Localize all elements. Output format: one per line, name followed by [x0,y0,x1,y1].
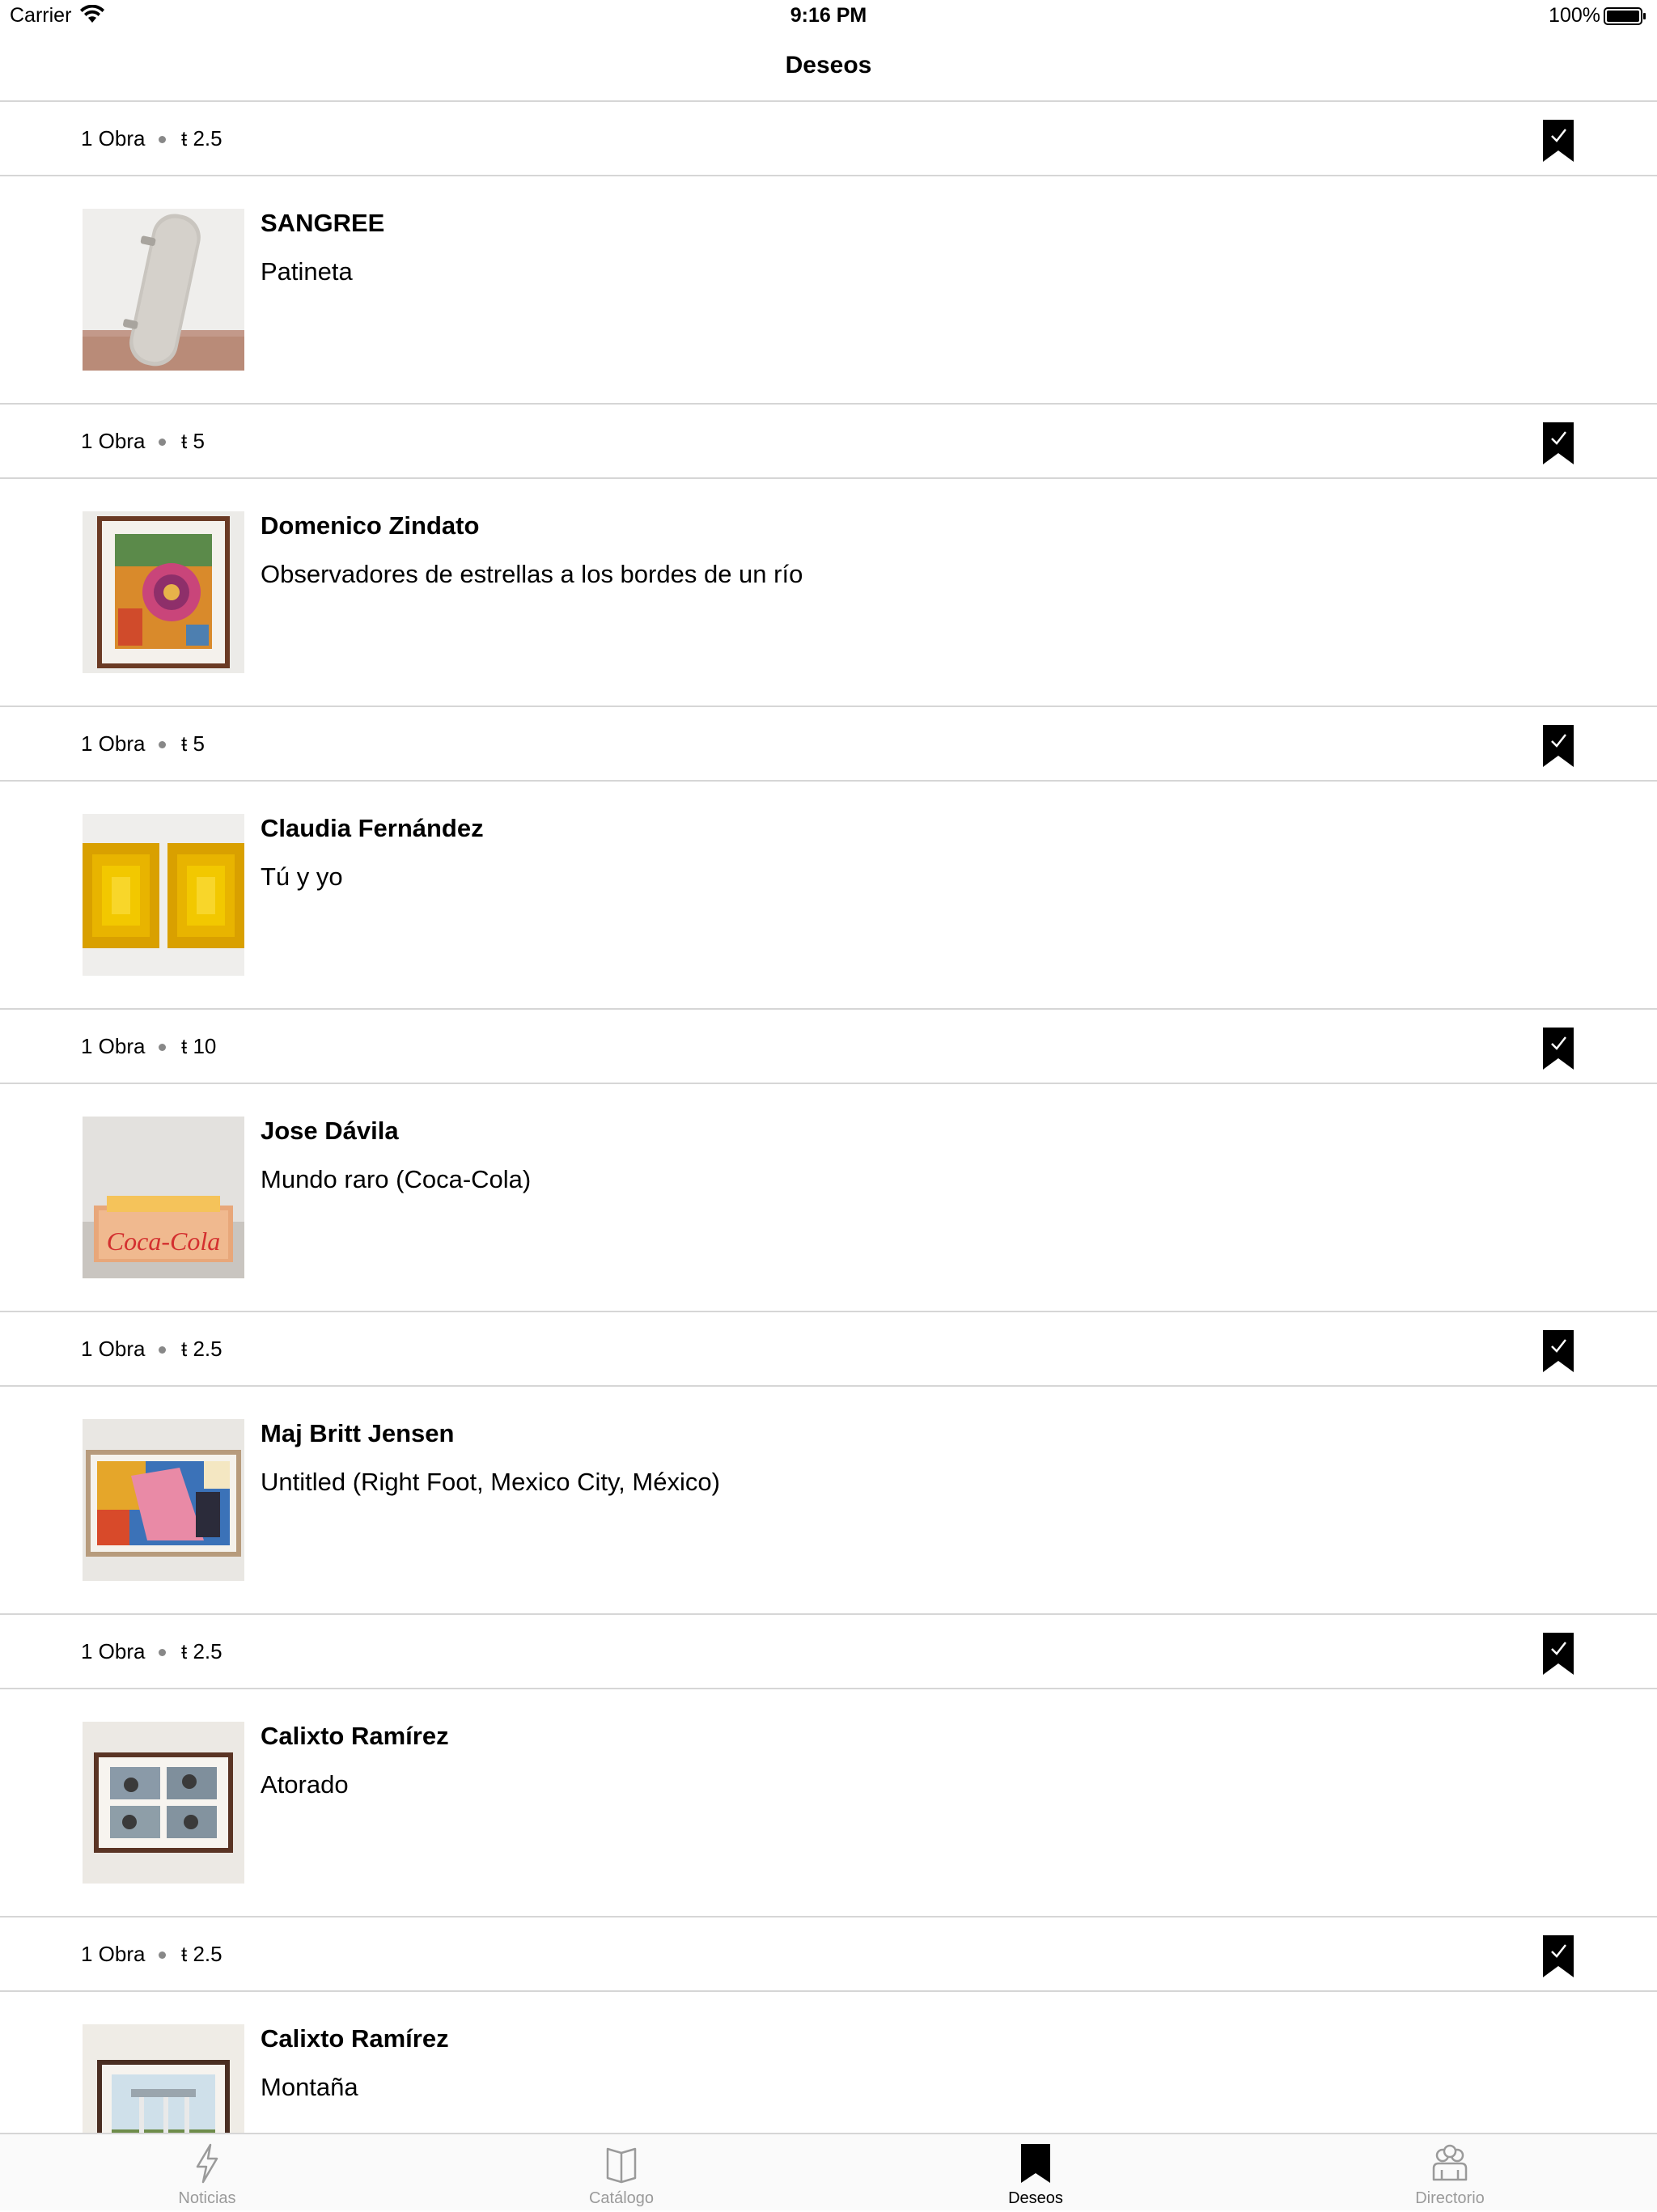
artwork-count: 1 Obra [81,1034,146,1058]
artist-name: Maj Britt Jensen [261,1419,455,1447]
section-header: 1 Obra ŧ 2.5 [0,1312,1657,1387]
separator-dot [159,136,166,143]
section-header: 1 Obra ŧ 10 [0,1010,1657,1084]
artwork-price: ŧ 5 [181,731,205,756]
artist-name: Domenico Zindato [261,511,480,540]
artwork-title: Atorado [261,1770,349,1799]
navigation-bar: Deseos [0,32,1657,102]
lightning-icon [196,2143,218,2184]
artwork-thumbnail[interactable] [83,209,244,371]
artwork-thumbnail[interactable] [83,511,244,673]
artist-name: Calixto Ramírez [261,2024,449,2053]
artwork-price: ŧ 2.5 [181,1337,222,1361]
tab-label: Directorio [1415,2189,1485,2207]
tab-bar: Noticias Catálogo Deseos Directorio [0,2133,1657,2210]
artwork-count: 1 Obra [81,1639,146,1663]
separator-dot [159,1044,166,1051]
section-header: 1 Obra ŧ 5 [0,405,1657,479]
artist-name: SANGREE [261,209,385,237]
section-header: 1 Obra ŧ 2.5 [0,1615,1657,1689]
artwork-title: Observadores de estrellas a los bordes d… [261,560,803,588]
separator-dot [159,1951,166,1959]
artwork-title: Mundo raro (Coca-Cola) [261,1165,532,1193]
page-title: Deseos [785,52,872,78]
section-header: 1 Obra ŧ 2.5 [0,102,1657,176]
artwork-price: ŧ 5 [181,429,205,453]
separator-dot [159,741,166,748]
tab-directorio[interactable]: Directorio [1243,2134,1657,2212]
tab-noticias[interactable]: Noticias [0,2134,414,2212]
tab-label: Noticias [178,2189,236,2207]
artwork-thumbnail[interactable] [83,2024,244,2133]
wishlist-item[interactable]: Calixto Ramírez Atorado [0,1689,1657,1917]
wishlist[interactable]: 1 Obra ŧ 2.5 SANGREE Patineta 1 Obra ŧ 5… [0,102,1657,2133]
artwork-thumbnail[interactable] [83,1722,244,1884]
artist-name: Calixto Ramírez [261,1722,449,1750]
wishlist-item[interactable]: Domenico Zindato Observadores de estrell… [0,479,1657,707]
artwork-title: Montaña [261,2073,358,2101]
bookmark-check-icon[interactable] [1543,1028,1574,1070]
tab-deseos[interactable]: Deseos [828,2134,1243,2212]
artwork-thumbnail[interactable] [83,1419,244,1581]
bookmark-check-icon[interactable] [1543,1330,1574,1372]
bookmark-check-icon[interactable] [1543,1633,1574,1675]
wishlist-item[interactable]: Calixto Ramírez Montaña [0,1992,1657,2133]
wishlist-item[interactable]: Maj Britt Jensen Untitled (Right Foot, M… [0,1387,1657,1615]
artwork-title: Tú y yo [261,862,343,891]
bookmark-icon [1021,2144,1050,2183]
status-time: 9:16 PM [790,4,867,27]
book-icon [606,2147,637,2184]
artwork-count: 1 Obra [81,731,146,756]
wishlist-item[interactable]: Coca-Cola Jose Dávila Mundo raro (Coca-C… [0,1084,1657,1312]
artwork-price: ŧ 10 [181,1034,217,1058]
artwork-title: Patineta [261,257,353,286]
artwork-thumbnail[interactable]: Coca-Cola [83,1117,244,1278]
coca-cola-logo: Coca-Cola [107,1227,220,1256]
artist-name: Jose Dávila [261,1117,399,1145]
artwork-count: 1 Obra [81,1942,146,1966]
bookmark-check-icon[interactable] [1543,1935,1574,1977]
artwork-price: ŧ 2.5 [181,1942,222,1966]
tab-label: Catálogo [588,2189,655,2207]
artwork-count: 1 Obra [81,1337,146,1361]
section-header: 1 Obra ŧ 5 [0,707,1657,782]
bookmark-check-icon[interactable] [1543,725,1574,767]
bookmark-check-icon[interactable] [1543,422,1574,464]
bookmark-check-icon[interactable] [1543,120,1574,162]
artwork-count: 1 Obra [81,429,146,453]
battery-percentage: 100% [1549,4,1600,27]
artwork-price: ŧ 2.5 [181,126,222,150]
artwork-thumbnail[interactable] [83,814,244,976]
battery-icon [1604,7,1646,25]
artwork-count: 1 Obra [81,126,146,150]
section-header: 1 Obra ŧ 2.5 [0,1917,1657,1992]
wishlist-item[interactable]: Claudia Fernández Tú y yo [0,782,1657,1010]
separator-dot [159,1346,166,1354]
tab-label: Deseos [1008,2189,1063,2207]
artwork-price: ŧ 2.5 [181,1639,222,1663]
status-bar: Carrier 9:16 PM 100% [0,0,1657,32]
separator-dot [159,1649,166,1656]
people-icon [1432,2144,1468,2181]
wishlist-item[interactable]: SANGREE Patineta [0,176,1657,405]
separator-dot [159,439,166,446]
artist-name: Claudia Fernández [261,814,484,842]
artwork-title: Untitled (Right Foot, Mexico City, Méxic… [261,1468,720,1496]
tab-catalogo[interactable]: Catálogo [414,2134,828,2212]
